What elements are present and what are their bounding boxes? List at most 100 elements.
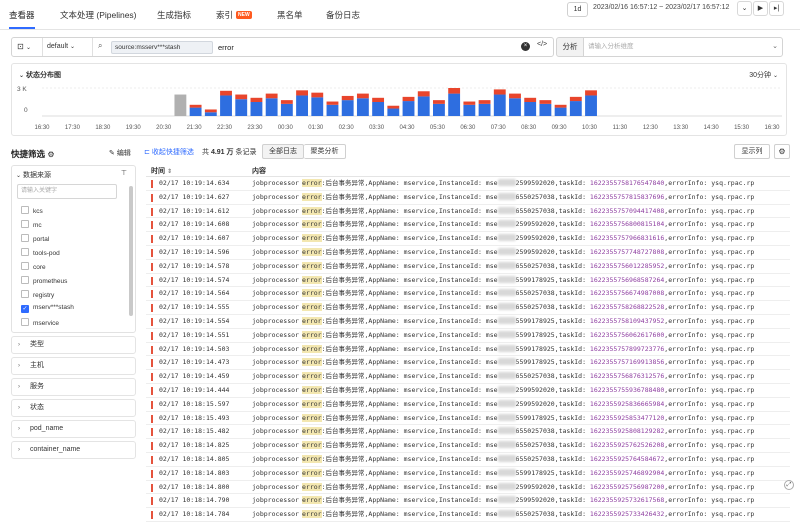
bar-segment[interactable] — [204, 109, 217, 113]
bar-segment[interactable] — [296, 95, 308, 116]
tab-blacklist[interactable]: 黑名单 — [277, 9, 303, 21]
log-row[interactable]: 02/17 10:18:14.784 jobprocessor error:后台事务… — [146, 508, 790, 522]
bar-segment[interactable] — [554, 107, 567, 116]
log-row[interactable]: 02/17 10:18:14.790 jobprocessor error:后台事务… — [146, 494, 790, 509]
bar-segment[interactable] — [265, 98, 278, 116]
query-mode-button[interactable]: ⊡ ⌄ — [17, 42, 31, 51]
column-header-time[interactable]: 时间 ⇕ — [151, 166, 172, 176]
checkbox[interactable] — [21, 290, 29, 298]
bar-segment[interactable] — [296, 90, 308, 96]
log-row[interactable]: 02/17 10:19:14.551 jobprocessor error:后台事务… — [146, 329, 790, 343]
bar-segment[interactable] — [569, 96, 582, 102]
bar-segment[interactable] — [387, 105, 400, 109]
bar-segment[interactable] — [463, 101, 476, 105]
workspace-select[interactable]: default ⌄ — [47, 43, 75, 50]
bar-segment[interactable] — [539, 103, 552, 116]
bar-segment[interactable] — [265, 93, 278, 99]
checkbox[interactable] — [21, 206, 29, 214]
bar-segment[interactable] — [311, 92, 324, 98]
bar-segment[interactable] — [387, 108, 400, 116]
facet-group[interactable]: › container_name — [11, 441, 136, 459]
log-row[interactable]: 02/17 10:19:14.627 jobprocessor error:后台事务… — [146, 191, 790, 205]
checkbox[interactable] — [21, 248, 29, 256]
filter-icon[interactable]: ⊤ — [121, 169, 127, 177]
datasource-item[interactable]: tools-pod — [21, 248, 60, 257]
bar-segment[interactable] — [585, 90, 597, 96]
tab-metrics[interactable]: 生成指标 — [157, 9, 191, 21]
log-row[interactable]: 02/17 10:19:14.554 jobprocessor error:后台事务… — [146, 315, 790, 329]
log-row[interactable]: 02/17 10:19:14.555 jobprocessor error:后台事务… — [146, 301, 790, 315]
bar-segment[interactable] — [524, 97, 537, 102]
query-input[interactable]: error — [218, 43, 234, 52]
tab-index[interactable]: 索引 NEW — [216, 9, 252, 21]
bar-segment[interactable] — [448, 88, 461, 94]
collapse-filters-link[interactable]: ⊏ 收起快捷筛选 — [144, 147, 194, 157]
bar-segment[interactable] — [463, 104, 476, 116]
analyze-button[interactable]: 分析 — [556, 37, 584, 57]
edit-filters-button[interactable]: ✎ 编辑 — [109, 148, 131, 158]
log-row[interactable]: 02/17 10:18:14.805 jobprocessor error:后台事务… — [146, 453, 790, 467]
bar-segment[interactable] — [326, 104, 339, 116]
bar-segment[interactable] — [341, 100, 354, 116]
bar-segment[interactable] — [478, 103, 491, 116]
checkbox[interactable] — [21, 318, 29, 326]
bar-segment[interactable] — [235, 99, 248, 116]
log-row[interactable]: 02/17 10:19:14.608 jobprocessor error:后台事务… — [146, 218, 790, 233]
checkbox[interactable]: ✓ — [21, 305, 29, 313]
tab-backup-logs[interactable]: 备份日志 — [326, 9, 360, 21]
tab-all-logs[interactable]: 全部日志 — [262, 144, 304, 159]
log-row[interactable]: 02/17 10:18:15.597 jobprocessor error:后台事务… — [146, 398, 790, 412]
facet-group[interactable]: › 类型 — [11, 336, 136, 354]
bar-segment[interactable] — [509, 98, 521, 116]
settings-icon[interactable]: ⚙ — [47, 150, 54, 159]
bar-segment[interactable] — [280, 103, 293, 116]
time-dropdown-button[interactable]: ⌄ — [737, 1, 752, 16]
facet-group[interactable]: › pod_name — [11, 420, 136, 438]
bar-segment[interactable] — [417, 91, 430, 97]
checkbox[interactable] — [21, 220, 29, 228]
log-row[interactable]: 02/17 10:19:14.459 jobprocessor error:后台事务… — [146, 370, 790, 384]
datasource-item[interactable]: mservice — [21, 318, 59, 327]
bar-segment[interactable] — [341, 95, 354, 101]
fullscreen-icon[interactable]: ⤢ — [784, 480, 794, 490]
log-row[interactable]: 02/17 10:18:15.482 jobprocessor error:后台事务… — [146, 425, 790, 440]
datasource-item[interactable]: ✓ mserv***stash — [21, 304, 74, 313]
clear-icon[interactable]: × — [521, 42, 530, 51]
source-filter-tag[interactable]: source:msserv***stash — [111, 41, 213, 54]
bar-segment[interactable] — [235, 94, 248, 100]
scrollbar[interactable] — [129, 186, 133, 316]
bar-segment[interactable] — [402, 101, 415, 116]
checkbox[interactable] — [21, 262, 29, 270]
bar-segment[interactable] — [326, 101, 339, 105]
step-forward-button[interactable]: ▸| — [769, 1, 784, 16]
log-row[interactable]: 02/17 10:19:14.444 jobprocessor error:后台事务… — [146, 384, 790, 398]
bar-segment[interactable] — [585, 95, 597, 116]
bar-segment[interactable] — [554, 104, 567, 108]
log-row[interactable]: 02/17 10:18:15.493 jobprocessor error:后台事务… — [146, 412, 790, 426]
bar-segment[interactable] — [220, 90, 232, 96]
facet-group[interactable]: › 状态 — [11, 399, 136, 417]
bar-segment[interactable] — [402, 96, 415, 102]
tab-pipelines[interactable]: 文本处理 (Pipelines) — [60, 9, 137, 21]
log-row[interactable]: 02/17 10:19:14.596 jobprocessor error:后台事务… — [146, 246, 790, 260]
bar-segment[interactable] — [417, 96, 430, 116]
bar-segment[interactable] — [356, 93, 369, 99]
facet-group[interactable]: › 服务 — [11, 378, 136, 396]
log-row[interactable]: 02/17 10:18:14.825 jobprocessor error:后台事务… — [146, 439, 790, 453]
log-row[interactable]: 02/17 10:19:14.564 jobprocessor error:后台事务… — [146, 287, 790, 302]
interval-select[interactable]: 30分钟 ⌄ — [749, 70, 778, 80]
bar-segment[interactable] — [174, 94, 187, 116]
log-row[interactable]: 02/17 10:18:14.803 jobprocessor error:后台事务… — [146, 467, 790, 481]
bar-segment[interactable] — [433, 100, 445, 104]
sort-icon[interactable]: ⇕ — [167, 169, 172, 175]
datasource-header[interactable]: ⌄ 数据来源 — [16, 170, 51, 180]
tab-cluster-analysis[interactable]: 聚类分析 — [304, 144, 346, 159]
datasource-item[interactable]: mc — [21, 220, 42, 229]
bar-segment[interactable] — [569, 101, 582, 116]
code-icon[interactable]: </> — [537, 41, 547, 48]
datasource-item[interactable]: portal — [21, 234, 49, 243]
log-row[interactable]: 02/17 10:19:14.574 jobprocessor error:后台事务… — [146, 274, 790, 288]
bar-segment[interactable] — [311, 97, 324, 116]
log-row[interactable]: 02/17 10:19:14.503 jobprocessor error:后台事务… — [146, 343, 790, 357]
bar-segment[interactable] — [478, 100, 491, 104]
